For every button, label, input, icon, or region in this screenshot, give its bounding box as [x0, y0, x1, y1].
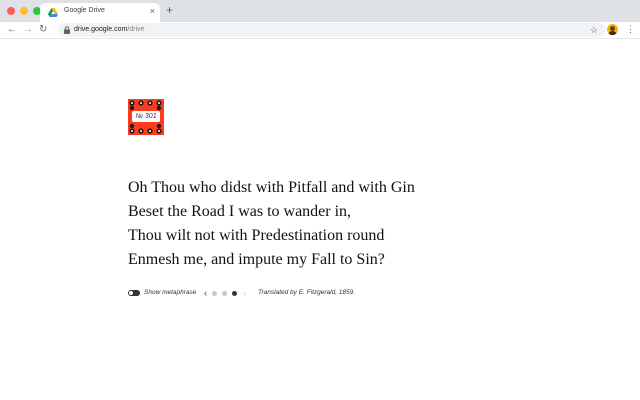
star-icon[interactable]: ☆: [590, 23, 598, 37]
browser-toolbar: ← → ↻ drive.google.com/drive ☆: [0, 22, 640, 39]
reload-button[interactable]: ↻: [39, 23, 47, 37]
page-dot-1[interactable]: [212, 291, 217, 296]
close-window-button[interactable]: [7, 7, 15, 15]
profile-avatar[interactable]: [607, 24, 618, 35]
avatar-shoulders: [608, 31, 617, 35]
new-tab-button[interactable]: +: [166, 4, 173, 16]
badge-label: № 301: [132, 111, 160, 122]
back-button[interactable]: ←: [7, 23, 17, 37]
poem-line: Oh Thou who didst with Pitfall and with …: [128, 179, 415, 196]
url-host: drive.google.com: [74, 26, 128, 33]
tab-title: Google Drive: [64, 7, 105, 14]
poem-text: Oh Thou who didst with Pitfall and with …: [128, 177, 528, 273]
translation-credit: Translated by E. Fitzgerald, 1859.: [258, 289, 356, 296]
forward-button[interactable]: →: [23, 23, 33, 37]
kebab-menu-icon[interactable]: ⋮: [626, 24, 635, 34]
poem-controls: Show metaphrase ‹ › Translated by E. Fit…: [128, 288, 548, 300]
poem-line: Enmesh me, and impute my Fall to Sin?: [128, 251, 385, 268]
poem-line: Beset the Road I was to wander in,: [128, 203, 352, 220]
poem-line: Thou wilt not with Predestination round: [128, 227, 385, 244]
google-drive-icon: [48, 8, 58, 17]
page-dot-2[interactable]: [222, 291, 227, 296]
url-text: drive.google.com/drive: [74, 25, 144, 35]
minimize-window-button[interactable]: [20, 7, 28, 15]
close-tab-icon[interactable]: ×: [150, 6, 155, 16]
browser-tab-google-drive[interactable]: Google Drive ×: [40, 3, 160, 22]
browser-tab-bar: Google Drive × +: [0, 0, 640, 22]
show-metaphrase-label[interactable]: Show metaphrase: [144, 288, 196, 298]
show-metaphrase-toggle[interactable]: [128, 290, 140, 296]
poem-number-badge: № 301: [128, 99, 164, 135]
url-path: /drive: [127, 26, 145, 33]
toggle-knob: [129, 291, 133, 295]
next-page-button[interactable]: ›: [243, 288, 246, 298]
window-controls: [7, 7, 41, 15]
page-dot-3[interactable]: [232, 291, 237, 296]
address-bar[interactable]: drive.google.com/drive ☆: [58, 23, 606, 37]
lock-icon: [64, 26, 70, 34]
previous-page-button[interactable]: ‹: [204, 288, 207, 298]
